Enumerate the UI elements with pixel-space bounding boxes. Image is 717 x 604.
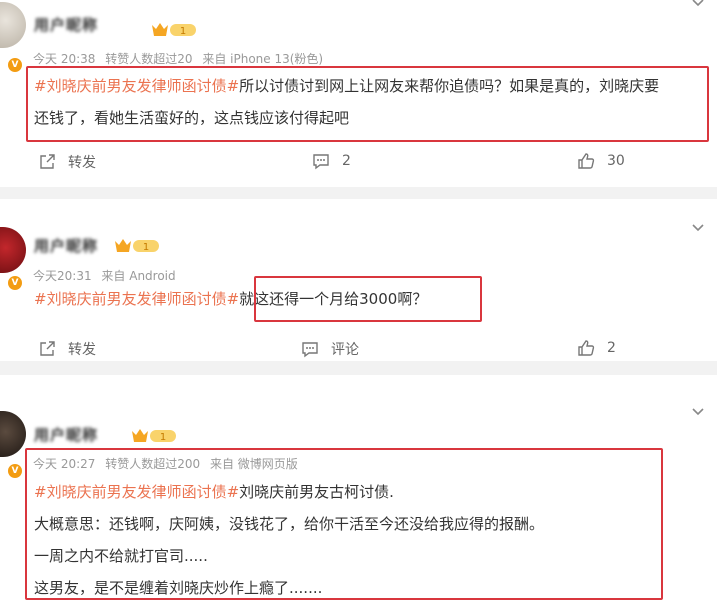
comment-text: #刘晓庆前男友发律师函讨债#刘晓庆前男友古柯讨债. 大概意思：还钱啊，庆阿姨，没…	[34, 476, 544, 604]
post-meta: 今天 20:27 转赞人数超过200 来自 微博网页版	[33, 455, 304, 472]
username[interactable]: 用户昵称	[34, 424, 98, 445]
repost-count: 转赞人数超过20	[105, 52, 193, 66]
hashtag-link[interactable]: #刘晓庆前男友发律师函讨债#	[34, 290, 239, 308]
comment-card: V 用户昵称 1 今天 20:38 转赞人数超过20 来自 iPhone 13(…	[0, 0, 717, 187]
avatar[interactable]	[0, 227, 26, 273]
chevron-down-icon[interactable]	[691, 221, 705, 235]
comment-text: #刘晓庆前男友发律师函讨债#所以讨债讨到网上让网友来帮你追债吗？如果是真的，刘晓…	[34, 70, 674, 134]
post-time[interactable]: 今天 20:27	[33, 457, 95, 471]
comment-line: 这男友，是不是缠着刘晓庆炒作上瘾了.......	[34, 579, 323, 597]
level-badge: 1	[143, 242, 149, 253]
username[interactable]: 用户昵称	[34, 14, 98, 35]
chevron-down-icon[interactable]	[691, 0, 705, 10]
avatar[interactable]	[0, 411, 26, 457]
hashtag-link[interactable]: #刘晓庆前男友发律师函讨债#	[34, 77, 239, 95]
post-meta: 今天20:31 来自 Android	[33, 267, 182, 284]
share-label: 转发	[68, 342, 96, 358]
comment-button[interactable]: 评论	[301, 339, 359, 359]
post-source: 来自 微博网页版	[209, 457, 298, 471]
post-meta: 今天 20:38 转赞人数超过20 来自 iPhone 13(粉色)	[33, 50, 329, 67]
comment-card: V 用户昵称 1 今天20:31 来自 Android #刘晓庆前男友发律师函讨…	[0, 199, 717, 361]
level-badge: 1	[180, 26, 186, 37]
chevron-down-icon[interactable]	[691, 405, 705, 419]
comment-body: 就这还得一个月给3000啊？	[239, 290, 428, 308]
username[interactable]: 用户昵称	[34, 235, 98, 256]
share-button[interactable]: 转发	[38, 152, 96, 172]
comment-card: V 用户昵称 1 今天 20:27 转赞人数超过200 来自 微博网页版 #刘晓…	[0, 375, 717, 604]
level-badge: 1	[160, 432, 166, 443]
like-icon	[578, 340, 595, 356]
repost-count: 转赞人数超过200	[105, 457, 201, 471]
share-label: 转发	[68, 155, 96, 171]
verified-badge: V	[7, 57, 23, 73]
comment-text: #刘晓庆前男友发律师函讨债#就这还得一个月给3000啊？	[34, 283, 427, 315]
comment-icon	[313, 154, 329, 170]
post-time[interactable]: 今天 20:38	[33, 52, 95, 66]
share-icon	[40, 341, 55, 356]
like-count: 2	[607, 340, 616, 356]
like-button[interactable]: 30	[577, 152, 625, 170]
comment-button[interactable]: 2	[312, 152, 351, 170]
share-button[interactable]: 转发	[38, 339, 96, 359]
crown-icon: 1	[132, 429, 176, 443]
like-icon	[578, 153, 595, 169]
comment-icon	[302, 342, 318, 358]
post-source: 来自 Android	[101, 269, 176, 283]
verified-badge: V	[7, 463, 23, 479]
comment-line: 大概意思：还钱啊，庆阿姨，没钱花了，给你干活至今还没给我应得的报酬。	[34, 515, 545, 533]
comment-body: 刘晓庆前男友古柯讨债.	[239, 483, 394, 501]
share-icon	[40, 154, 55, 169]
avatar[interactable]	[0, 2, 26, 48]
comment-line: #刘晓庆前男友发律师函讨债#刘晓庆前男友古柯讨债.	[34, 476, 544, 508]
like-count: 30	[607, 153, 625, 169]
comment-count: 2	[342, 153, 351, 169]
like-button[interactable]: 2	[577, 339, 616, 357]
post-source: 来自 iPhone 13(粉色)	[202, 52, 324, 66]
post-time[interactable]: 今天20:31	[33, 269, 92, 283]
crown-icon: 1	[115, 239, 159, 253]
comment-line: 一周之内不给就打官司.....	[34, 547, 208, 565]
hashtag-link[interactable]: #刘晓庆前男友发律师函讨债#	[34, 483, 239, 501]
comment-label: 评论	[331, 342, 359, 358]
crown-icon: 1	[152, 23, 196, 37]
verified-badge: V	[7, 275, 23, 291]
